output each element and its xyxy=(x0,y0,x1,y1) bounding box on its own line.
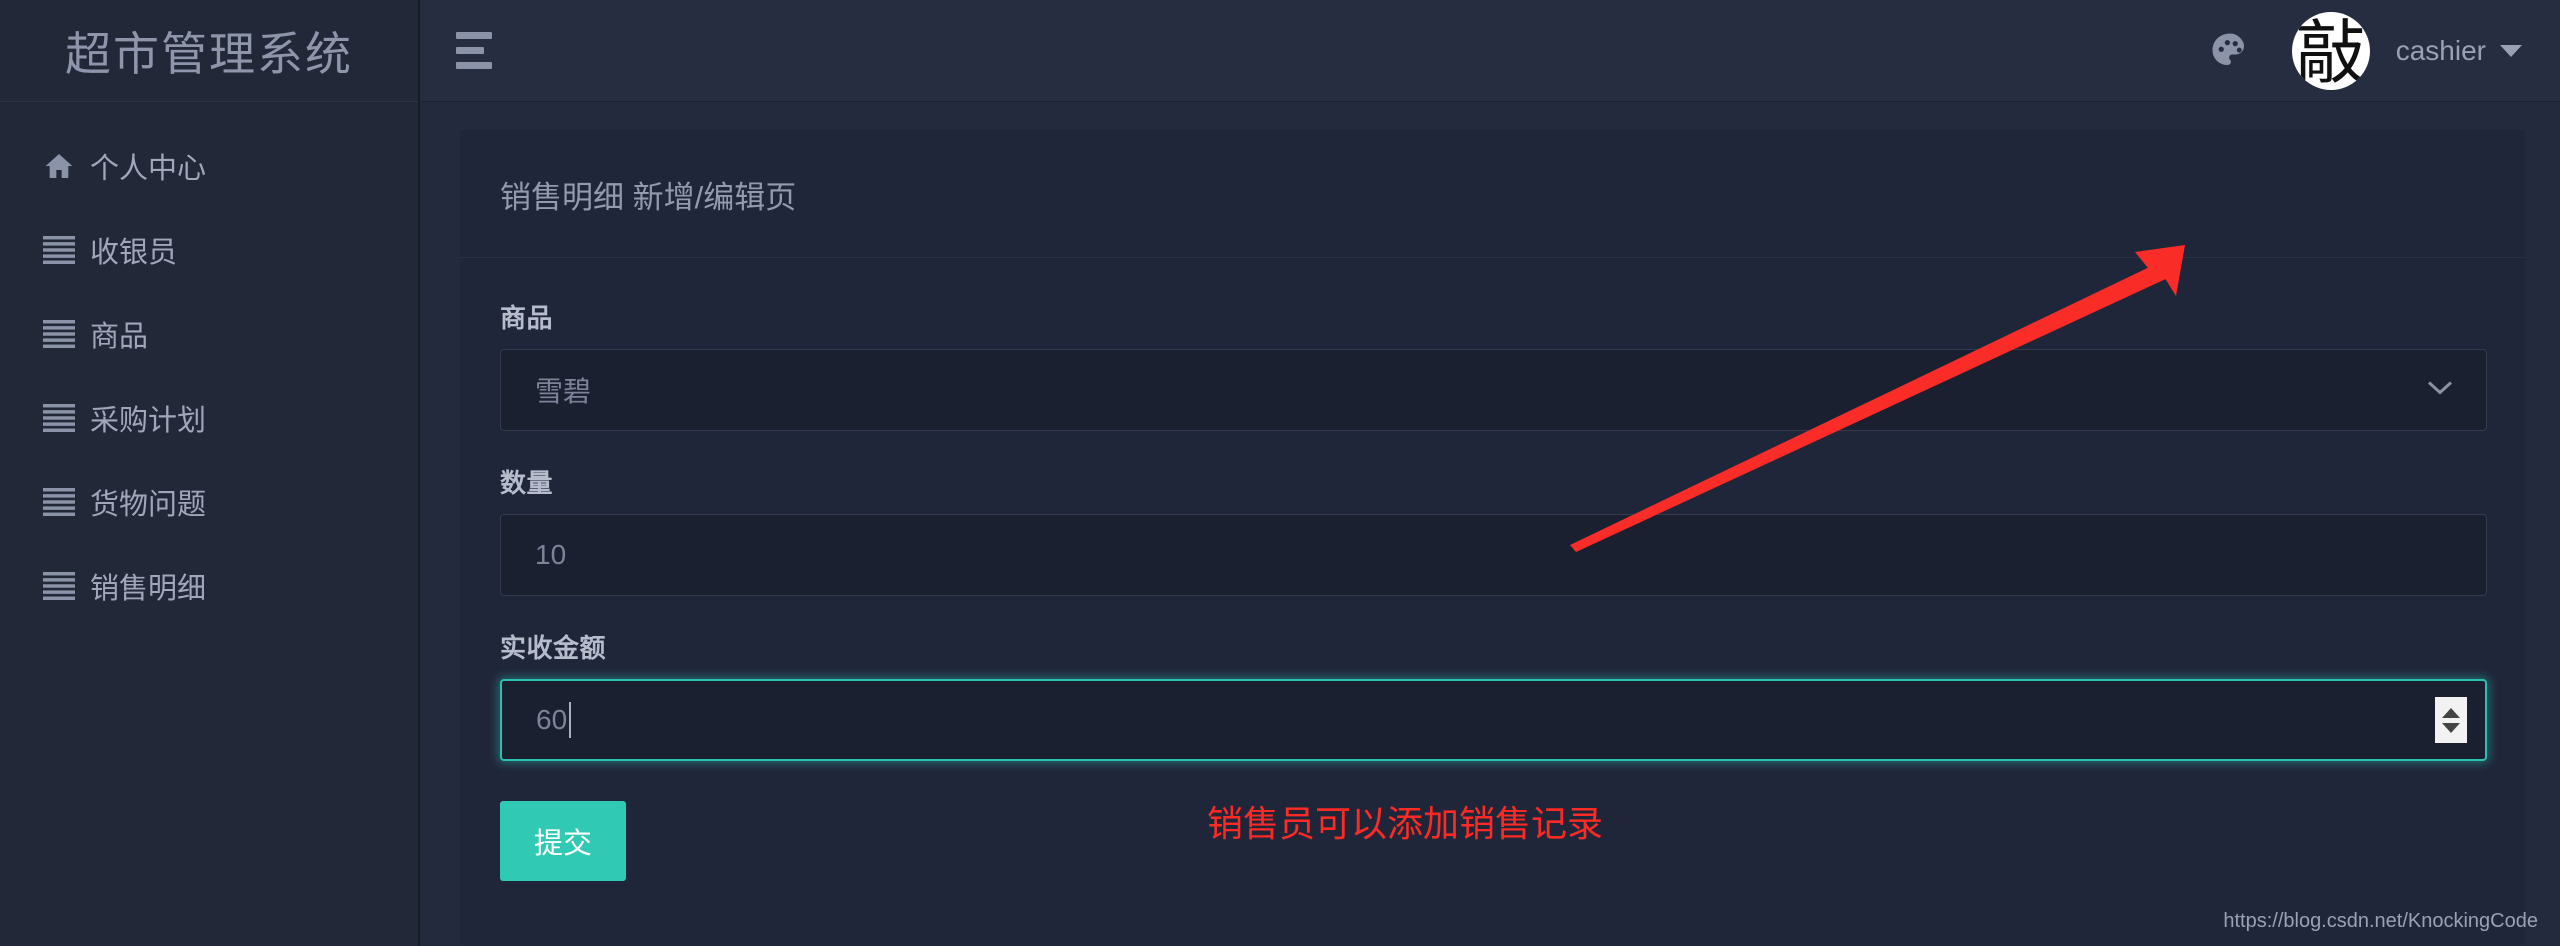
sidebar-item-purchase-plan[interactable]: 采购计划 xyxy=(0,376,418,460)
hamburger-bar xyxy=(456,47,484,54)
content-area: 销售明细 新增/编辑页 商品 雪碧 数量 10 实收金额 60 提交 xyxy=(420,102,2560,946)
form-group-quantity: 数量 10 xyxy=(500,463,2487,596)
stepper-down-icon[interactable] xyxy=(2442,722,2460,733)
watermark: https://blog.csdn.net/KnockingCode xyxy=(2223,910,2538,932)
chevron-down-icon[interactable] xyxy=(2500,44,2522,57)
product-label: 商品 xyxy=(500,303,554,333)
sidebar-nav: 个人中心 收银员 商品 采购计划 货物问题 销售明细 xyxy=(0,102,418,628)
amount-input[interactable]: 60 xyxy=(500,679,2487,761)
sidebar-item-label: 采购计划 xyxy=(90,405,207,437)
quantity-label: 数量 xyxy=(500,468,554,498)
submit-button[interactable]: 提交 xyxy=(500,801,627,881)
amount-input-wrapper: 60 xyxy=(500,679,2487,761)
quantity-stepper[interactable] xyxy=(2435,697,2467,743)
page-title: 销售明细 新增/编辑页 xyxy=(500,180,797,215)
form-group-amount: 实收金额 60 xyxy=(500,628,2487,761)
sidebar-item-label: 销售明细 xyxy=(90,573,207,605)
hamburger-bar xyxy=(456,32,492,39)
list-icon xyxy=(28,236,90,264)
amount-input-value: 60 xyxy=(536,704,568,735)
username-label[interactable]: cashier xyxy=(2396,35,2486,67)
hamburger-bar xyxy=(456,62,492,69)
brand-title: 超市管理系统 xyxy=(65,27,353,80)
list-icon xyxy=(28,404,90,432)
sidebar-item-cashier[interactable]: 收银员 xyxy=(0,208,418,292)
quantity-input[interactable]: 10 xyxy=(500,514,2487,596)
sidebar-item-products[interactable]: 商品 xyxy=(0,292,418,376)
home-icon xyxy=(28,150,90,182)
avatar[interactable]: 敲 xyxy=(2291,11,2370,90)
sidebar-item-label: 货物问题 xyxy=(90,489,207,521)
app-root: 超市管理系统 个人中心 收银员 商品 采购计划 货物问题 销售明细 敲 cash… xyxy=(0,0,2560,946)
sidebar-item-label: 商品 xyxy=(90,321,149,353)
stepper-up-icon[interactable] xyxy=(2442,707,2460,718)
sidebar: 超市管理系统 个人中心 收银员 商品 采购计划 货物问题 销售明细 xyxy=(0,0,420,946)
amount-label: 实收金额 xyxy=(500,633,607,663)
palette-icon[interactable] xyxy=(2198,19,2262,83)
form-card: 销售明细 新增/编辑页 商品 雪碧 数量 10 实收金额 60 提交 xyxy=(460,130,2525,945)
card-body: 商品 雪碧 数量 10 实收金额 60 提交 xyxy=(460,258,2525,941)
sidebar-item-label: 个人中心 xyxy=(90,153,207,185)
sidebar-item-goods-issue[interactable]: 货物问题 xyxy=(0,460,418,544)
product-select-wrapper: 雪碧 xyxy=(500,349,2487,431)
card-header: 销售明细 新增/编辑页 xyxy=(460,130,2525,258)
main-area: 敲 cashier 销售明细 新增/编辑页 商品 雪碧 数量 10 实收金额 6… xyxy=(420,0,2560,946)
brand-header: 超市管理系统 xyxy=(0,0,418,102)
quantity-input-value: 10 xyxy=(535,539,567,570)
hamburger-icon[interactable] xyxy=(456,31,504,71)
sidebar-item-label: 收银员 xyxy=(90,237,178,269)
topbar-right-group: 敲 cashier xyxy=(2198,11,2522,90)
sidebar-item-sales-detail[interactable]: 销售明细 xyxy=(0,544,418,628)
list-icon xyxy=(28,572,90,600)
text-cursor xyxy=(569,702,572,738)
avatar-char: 敲 xyxy=(2295,11,2366,90)
sidebar-item-personal-center[interactable]: 个人中心 xyxy=(0,124,418,208)
topbar: 敲 cashier xyxy=(420,0,2560,102)
form-group-product: 商品 雪碧 xyxy=(500,298,2487,431)
product-select[interactable]: 雪碧 xyxy=(500,349,2487,431)
list-icon xyxy=(28,320,90,348)
product-select-value: 雪碧 xyxy=(535,376,592,407)
list-icon xyxy=(28,488,90,516)
